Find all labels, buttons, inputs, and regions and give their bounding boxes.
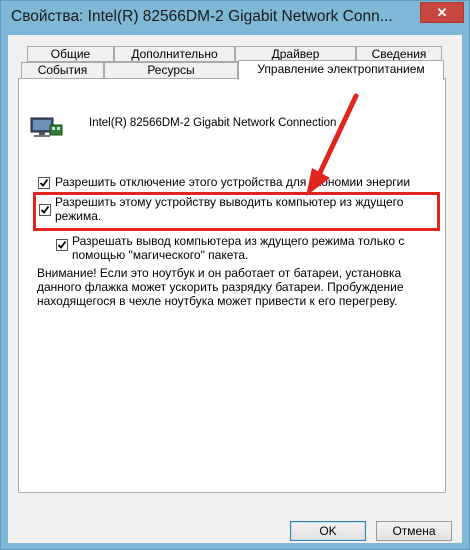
tab-power-management[interactable]: Управление электропитанием [238, 60, 444, 80]
warning-line-3: находящегося в чехле ноутбука может прив… [37, 294, 398, 308]
window-title: Свойства: Intel(R) 82566DM-2 Gigabit Net… [11, 8, 393, 25]
warning-line-1: Внимание! Если это ноутбук и он работает… [37, 266, 402, 280]
device-name: Intel(R) 82566DM-2 Gigabit Network Conne… [89, 117, 337, 129]
network-adapter-icon [30, 117, 63, 137]
tab-advanced[interactable]: Дополнительно [114, 46, 235, 62]
magic-packet-checkbox[interactable] [56, 239, 68, 251]
tab-resources[interactable]: Ресурсы [104, 62, 238, 79]
magic-packet-label-line2: помощью "магического" пакета. [72, 248, 249, 262]
close-icon: ✕ [436, 5, 448, 20]
annotation-highlight-box [33, 192, 440, 231]
tab-general[interactable]: Общие [27, 46, 114, 62]
title-bar[interactable]: Свойства: Intel(R) 82566DM-2 Gigabit Net… [1, 1, 469, 35]
checkmark-icon [39, 178, 49, 187]
magic-packet-label-line1: Разрешать вывод компьютера из ждущего ре… [72, 234, 405, 248]
allow-turn-off-checkbox[interactable] [38, 177, 50, 189]
battery-warning-text: Внимание! Если это ноутбук и он работает… [37, 266, 437, 308]
tab-events[interactable]: События [21, 62, 104, 79]
warning-line-2: данного флажка может ускорить разрядку б… [37, 280, 404, 294]
close-button[interactable]: ✕ [420, 2, 464, 23]
checkmark-icon [57, 240, 67, 249]
allow-turn-off-label: Разрешить отключение этого устройства дл… [55, 175, 411, 189]
ok-button[interactable]: OK [290, 521, 366, 541]
cancel-button[interactable]: Отмена [376, 521, 452, 541]
